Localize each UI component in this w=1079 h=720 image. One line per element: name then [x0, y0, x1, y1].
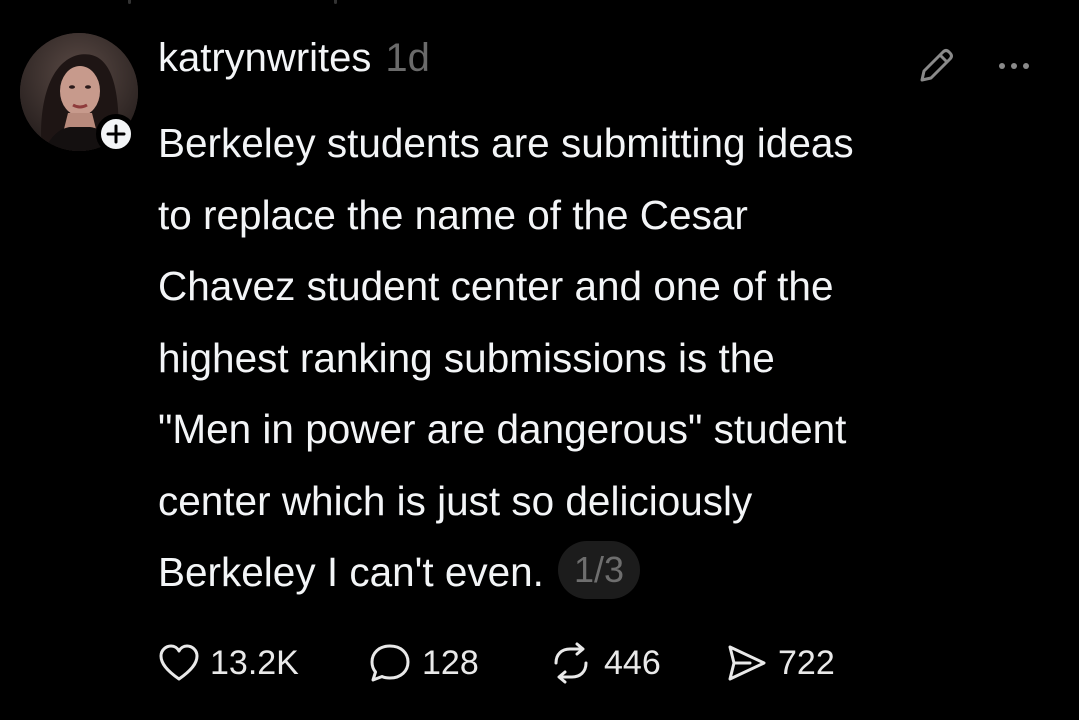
post-body-text: Berkeley students are submitting ideas t…	[158, 120, 854, 595]
post-text: Berkeley students are submitting ideas t…	[158, 108, 1058, 609]
send-icon	[728, 645, 766, 681]
like-count: 13.2K	[210, 643, 299, 682]
repost-count: 446	[604, 643, 661, 682]
post-header: katrynwrites 1d	[158, 36, 430, 96]
page-indicator: 1/3	[557, 541, 640, 600]
heart-icon	[159, 644, 199, 681]
repost-button[interactable]: 446	[548, 638, 661, 688]
more-icon[interactable]	[993, 54, 1037, 78]
like-button[interactable]: 13.2K	[158, 638, 299, 688]
reply-count: 128	[422, 643, 479, 682]
share-count: 722	[778, 643, 835, 682]
timestamp: 1d	[385, 36, 430, 80]
follow-button[interactable]	[96, 114, 136, 154]
avatar-container[interactable]	[20, 33, 138, 154]
username[interactable]: katrynwrites	[158, 36, 371, 81]
plus-icon	[106, 124, 126, 144]
comment-icon	[370, 644, 410, 682]
reply-button[interactable]: 128	[368, 638, 479, 688]
share-button[interactable]: 722	[724, 638, 835, 688]
repost-icon	[554, 642, 588, 684]
pencil-icon[interactable]	[914, 44, 958, 88]
thread-connector	[128, 0, 338, 6]
